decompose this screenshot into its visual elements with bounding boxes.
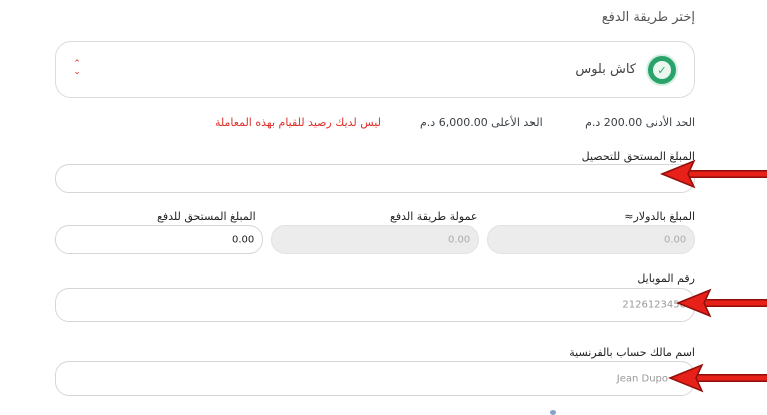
mobile-input[interactable]: 2126123456: [55, 288, 695, 322]
next-field-marker: [550, 410, 556, 415]
usd-amount-label: المبلغ بالدولار≈: [624, 210, 695, 223]
pay-amount-label: المبلغ المستحق للدفع: [157, 210, 256, 223]
usd-amount-input: 0.00: [487, 225, 695, 254]
min-limit: الحد الأدنى 200.00 د.م: [585, 116, 695, 129]
pay-amount-input[interactable]: 0.00: [55, 225, 263, 254]
fee-input: 0.00: [271, 225, 479, 254]
account-owner-placeholder: Jean Dupo: [616, 373, 668, 384]
fee-value: 0.00: [448, 234, 471, 245]
pay-amount-value: 0.00: [232, 234, 255, 245]
selected-payment-method: كاش بلوس: [575, 62, 636, 77]
red-arrow-icon: [676, 288, 767, 318]
usd-amount-value: 0.00: [664, 234, 687, 245]
insufficient-balance-error: ليس لديك رصيد للقيام بهذه المعاملة: [215, 116, 381, 129]
max-limit: الحد الأعلى 6,000.00 د.م: [420, 116, 543, 129]
red-arrow-icon: [668, 363, 767, 393]
account-owner-label: اسم مالك حساب بالفرنسية: [569, 346, 695, 359]
mobile-label: رقم الموبايل: [637, 272, 695, 285]
select-updown-icon[interactable]: ⌃ ⌄: [70, 60, 84, 80]
fee-label: عمولة طريقة الدفع: [390, 210, 478, 223]
amount-due-input[interactable]: [55, 164, 695, 193]
cashplus-logo-icon: ✓: [646, 54, 678, 86]
red-arrow-icon: [660, 159, 767, 189]
account-owner-input[interactable]: Jean Dupo: [55, 361, 695, 396]
payment-method-title: إختر طريقة الدفع: [601, 10, 695, 25]
